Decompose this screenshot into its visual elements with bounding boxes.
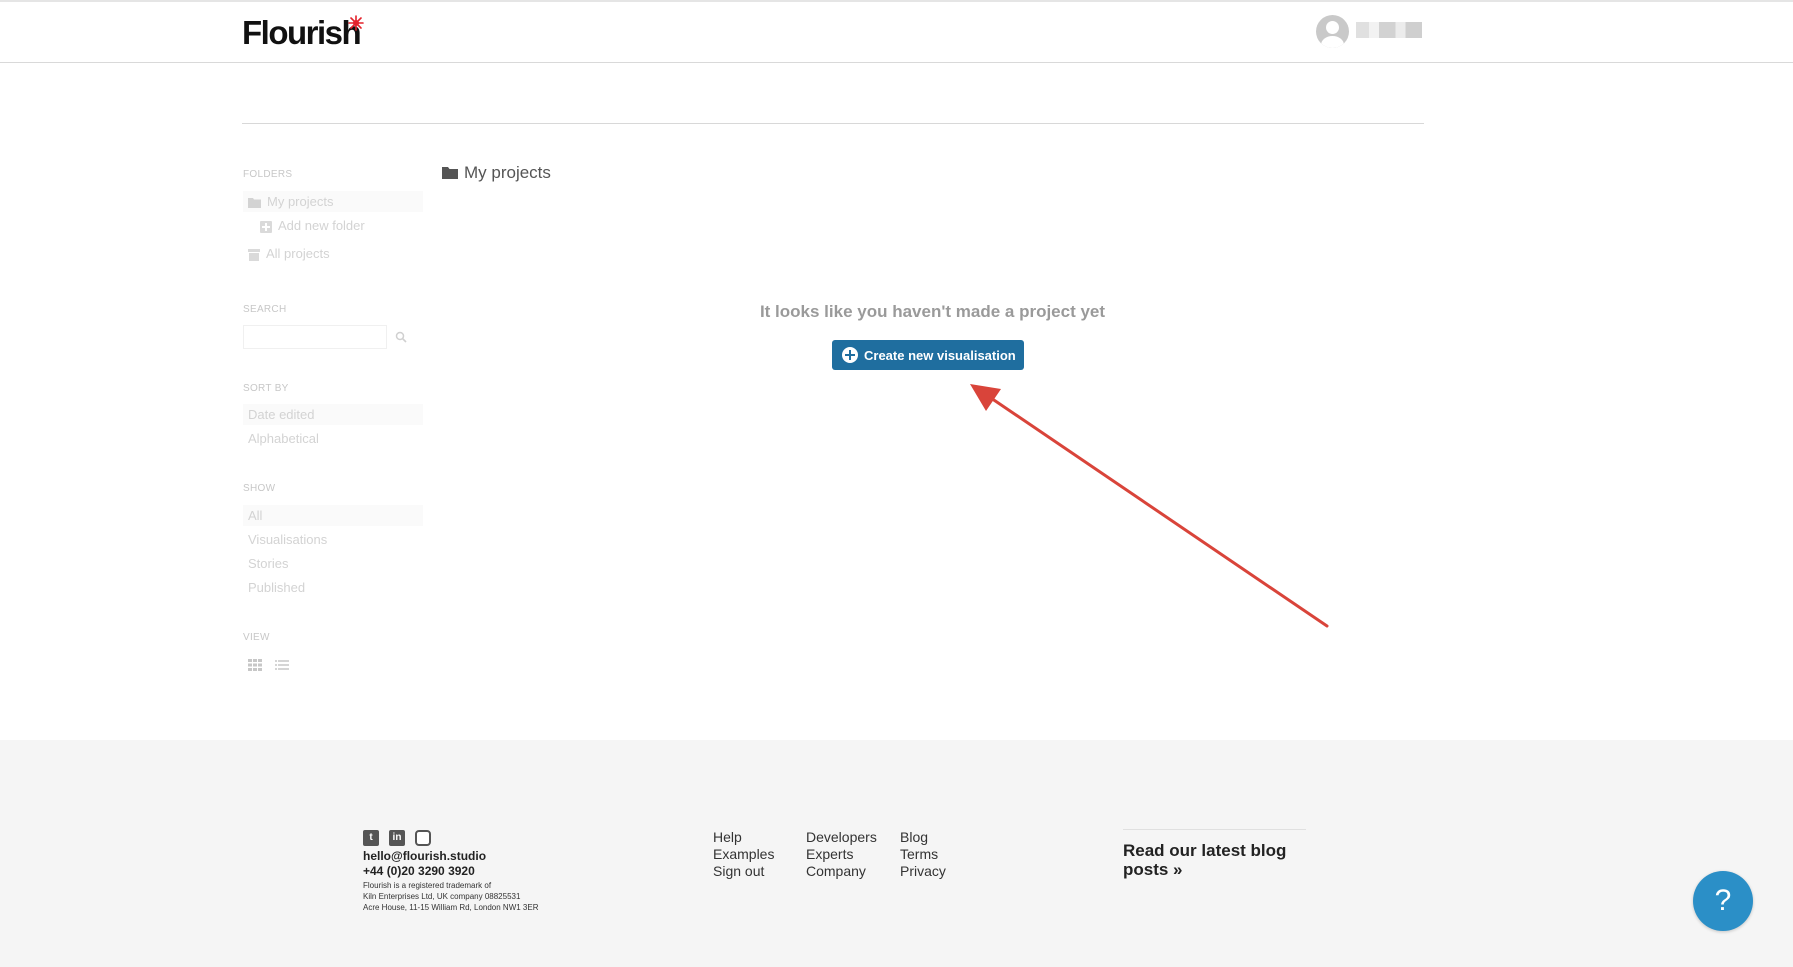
footer-links-col-2: Developers Experts Company	[806, 829, 877, 880]
sidebar-item-label: Add new folder	[278, 218, 365, 233]
footer-link-developers[interactable]: Developers	[806, 829, 877, 846]
list-view-icon[interactable]	[274, 658, 290, 672]
sort-date-edited[interactable]: Date edited	[243, 404, 423, 425]
instagram-icon[interactable]	[415, 830, 431, 846]
footer-legal-line: Acre House, 11-15 William Rd, London NW1…	[363, 903, 539, 912]
folders-label: FOLDERS	[243, 169, 293, 180]
show-visualisations[interactable]: Visualisations	[243, 529, 423, 550]
footer-legal-line: Flourish is a registered trademark of	[363, 881, 492, 890]
folder-icon	[248, 198, 261, 209]
create-button-label: Create new visualisation	[864, 347, 1016, 363]
show-stories[interactable]: Stories	[243, 553, 423, 574]
footer-link-company[interactable]: Company	[806, 863, 877, 880]
divider	[242, 123, 1424, 124]
show-label: SHOW	[243, 483, 276, 494]
empty-state-message: It looks like you haven't made a project…	[759, 302, 1106, 321]
footer-legal-line: Kiln Enterprises Ltd, UK company 0882553…	[363, 892, 521, 901]
search-input[interactable]	[243, 325, 387, 349]
footer-link-examples[interactable]: Examples	[713, 846, 774, 863]
blog-posts-link[interactable]: Read our latest blog posts »	[1123, 841, 1313, 879]
sort-alphabetical[interactable]: Alphabetical	[243, 428, 423, 449]
twitter-icon[interactable]: t	[363, 830, 379, 846]
add-folder-icon	[260, 220, 272, 233]
user-name[interactable]	[1356, 22, 1422, 38]
divider	[1123, 829, 1306, 830]
user-avatar[interactable]	[1316, 15, 1349, 48]
show-published[interactable]: Published	[243, 577, 423, 598]
logo-star-icon	[348, 15, 364, 31]
sidebar-item-label: All projects	[266, 246, 330, 261]
search-icon[interactable]	[395, 331, 407, 343]
add-new-folder-button[interactable]: Add new folder	[255, 215, 415, 236]
linkedin-icon[interactable]: in	[389, 830, 405, 846]
help-button[interactable]: ?	[1693, 871, 1753, 931]
footer-link-blog[interactable]: Blog	[900, 829, 946, 846]
footer-link-terms[interactable]: Terms	[900, 846, 946, 863]
archive-icon	[248, 248, 260, 261]
avatar-head	[1326, 21, 1339, 34]
show-all[interactable]: All	[243, 505, 423, 526]
footer-link-experts[interactable]: Experts	[806, 846, 877, 863]
view-label: VIEW	[243, 632, 270, 643]
folder-icon	[442, 167, 458, 179]
sidebar-item-my-projects[interactable]: My projects	[243, 191, 423, 212]
sort-by-label: SORT BY	[243, 383, 289, 394]
footer-email[interactable]: hello@flourish.studio	[363, 849, 486, 863]
create-new-visualisation-button[interactable]: Create new visualisation	[832, 340, 1024, 370]
footer: t in hello@flourish.studio +44 (0)20 329…	[0, 740, 1793, 967]
search-label: SEARCH	[243, 304, 287, 315]
footer-link-privacy[interactable]: Privacy	[900, 863, 946, 880]
footer-links-col-3: Blog Terms Privacy	[900, 829, 946, 880]
flourish-logo[interactable]: Flourish	[242, 16, 362, 49]
plus-circle-icon	[842, 347, 858, 363]
avatar-body	[1321, 36, 1344, 48]
sidebar-item-label: My projects	[267, 194, 334, 209]
grid-view-icon[interactable]	[247, 658, 263, 672]
sidebar-item-all-projects[interactable]: All projects	[243, 243, 423, 264]
footer-phone: +44 (0)20 3290 3920	[363, 864, 475, 878]
footer-link-sign-out[interactable]: Sign out	[713, 863, 774, 880]
page-title: My projects	[464, 163, 551, 182]
top-header: Flourish	[0, 0, 1793, 63]
footer-links-col-1: Help Examples Sign out	[713, 829, 774, 880]
footer-link-help[interactable]: Help	[713, 829, 774, 846]
